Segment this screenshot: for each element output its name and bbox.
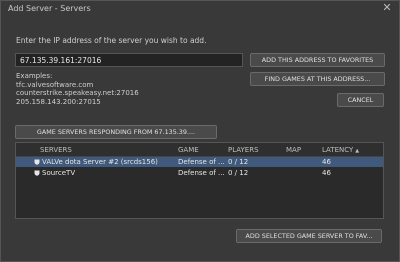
example-item: tfc.valvesoftware.com	[16, 80, 94, 89]
table-row[interactable]: VALVe dota Server #2 (srcds156) Defense …	[16, 157, 383, 167]
shield-icon	[34, 170, 40, 176]
examples-label: Examples:	[16, 72, 53, 80]
column-latency[interactable]: LATENCY ▲	[322, 146, 359, 154]
title-bar[interactable]: Add Server - Servers ✕	[1, 1, 399, 19]
column-game[interactable]: GAME	[178, 146, 199, 154]
server-game: Defense of ...	[178, 158, 225, 166]
example-item: counterstrike.speakeasy.net:27016	[16, 89, 139, 97]
server-name: VALVe dota Server #2 (srcds156)	[42, 158, 158, 166]
column-map[interactable]: MAP	[286, 146, 301, 154]
instruction-text: Enter the IP address of the server you w…	[16, 36, 207, 45]
add-to-favorites-button[interactable]: ADD THIS ADDRESS TO FAVORITES	[250, 53, 385, 67]
column-servers[interactable]: SERVERS	[40, 146, 72, 154]
examples-block: Examples: tfc.valvesoftware.com counters…	[16, 72, 139, 106]
server-name: SourceTV	[42, 169, 76, 177]
column-players[interactable]: PLAYERS	[228, 146, 259, 154]
table-row[interactable]: SourceTV Defense of ... 0 / 12 46	[16, 168, 383, 178]
shield-icon	[34, 159, 40, 165]
find-games-button[interactable]: FIND GAMES AT THIS ADDRESS...	[250, 72, 385, 86]
responding-servers-tab[interactable]: GAME SERVERS RESPONDING FROM 67.135.39..…	[15, 125, 217, 139]
server-latency: 46	[322, 158, 331, 166]
servers-table: SERVERS GAME PLAYERS MAP LATENCY ▲ VALVe …	[15, 142, 384, 219]
server-game: Defense of ...	[178, 169, 225, 177]
sort-ascending-icon: ▲	[355, 148, 360, 154]
add-selected-server-button[interactable]: ADD SELECTED GAME SERVER TO FAV...	[236, 229, 382, 243]
server-players: 0 / 12	[228, 158, 249, 166]
table-header: SERVERS GAME PLAYERS MAP LATENCY ▲	[16, 143, 383, 157]
close-icon[interactable]: ✕	[381, 2, 393, 14]
server-latency: 46	[322, 169, 331, 177]
add-server-dialog: Add Server - Servers ✕ Enter the IP addr…	[0, 0, 400, 262]
window-title: Add Server - Servers	[8, 4, 91, 13]
ip-address-input[interactable]: 67.135.39.161:27016	[15, 53, 243, 67]
column-latency-label: LATENCY	[322, 146, 354, 154]
server-players: 0 / 12	[228, 169, 249, 177]
cancel-button[interactable]: CANCEL	[337, 93, 384, 107]
example-item: 205.158.143.200:27015	[16, 97, 101, 106]
